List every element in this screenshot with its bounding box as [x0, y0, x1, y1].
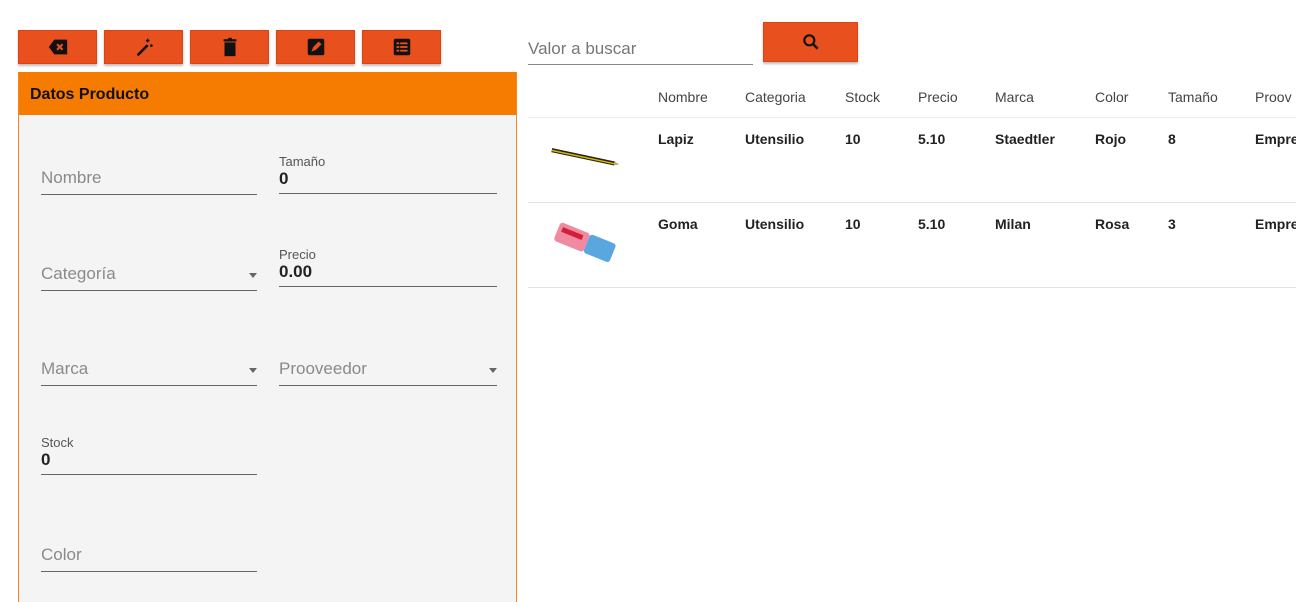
color-placeholder: Color [41, 545, 82, 564]
eraser-image [545, 208, 622, 275]
stock-label: Stock [41, 435, 74, 450]
stock-value: 0 [41, 450, 51, 469]
toolbar [18, 30, 448, 64]
column-header[interactable]: Stock [845, 78, 918, 117]
chevron-down-icon [249, 368, 257, 373]
new-button[interactable] [104, 30, 183, 64]
cell-categoria: Utensilio [745, 130, 805, 147]
column-header [528, 78, 658, 117]
search-input[interactable]: Valor a buscar [528, 32, 753, 65]
cell-nombre: Lapiz [658, 130, 694, 147]
search-button[interactable] [763, 22, 858, 62]
column-header[interactable]: Nombre [658, 78, 745, 117]
cell-precio: 5.10 [918, 130, 946, 147]
cell-tamano: 8 [1168, 130, 1176, 147]
tamano-label: Tamaño [279, 154, 326, 169]
tamano-field[interactable]: Tamaño 0 [279, 154, 497, 194]
column-header[interactable]: Color [1095, 78, 1168, 117]
marca-placeholder: Marca [41, 359, 89, 378]
pencil-image [545, 123, 622, 190]
trash-icon [223, 37, 236, 57]
cell-proveedor: Empre [1255, 215, 1296, 232]
cell-stock: 10 [845, 215, 861, 232]
cell-tamano: 3 [1168, 215, 1176, 232]
product-form-panel: Datos Producto Nombre Tamaño 0 Categoría… [18, 72, 517, 602]
chevron-down-icon [249, 273, 257, 278]
chevron-down-icon [489, 368, 497, 373]
delete-button[interactable] [190, 30, 269, 64]
cell-categoria: Utensilio [745, 215, 805, 232]
list-button[interactable] [362, 30, 441, 64]
precio-value: 0.00 [279, 262, 313, 281]
products-table: Nombre Categoria Stock Precio Marca Colo… [528, 78, 1296, 602]
column-header[interactable]: Proov [1255, 78, 1296, 117]
cell-precio: 5.10 [918, 215, 946, 232]
list-icon [393, 38, 410, 56]
column-header[interactable]: Precio [918, 78, 995, 117]
prooveedor-placeholder: Prooveedor [279, 359, 367, 378]
precio-label: Precio [279, 247, 316, 262]
cell-nombre: Goma [658, 215, 698, 232]
column-header[interactable]: Categoria [745, 78, 845, 117]
backspace-clear-icon [48, 39, 67, 55]
product-image-cell [528, 202, 658, 287]
nombre-field[interactable]: Nombre [41, 168, 257, 195]
table-header-row: Nombre Categoria Stock Precio Marca Colo… [528, 78, 1296, 117]
table-row[interactable]: Goma Utensilio 10 5.10 Milan Rosa 3 Empr… [528, 202, 1296, 287]
prooveedor-select[interactable]: Prooveedor [279, 359, 497, 386]
categoria-select[interactable]: Categoría [41, 264, 257, 291]
cell-stock: 10 [845, 130, 861, 147]
marca-select[interactable]: Marca [41, 359, 257, 386]
table-row[interactable]: Lapiz Utensilio 10 5.10 Staedtler Rojo 8… [528, 117, 1296, 202]
tamano-value: 0 [279, 169, 289, 188]
panel-title: Datos Producto [19, 72, 516, 115]
precio-field[interactable]: Precio 0.00 [279, 247, 497, 287]
stock-field[interactable]: Stock 0 [41, 435, 257, 475]
cell-marca: Staedtler [995, 130, 1055, 147]
cell-color: Rosa [1095, 215, 1130, 232]
cell-marca: Milan [995, 215, 1031, 232]
magic-wand-icon [136, 38, 153, 57]
product-image-cell [528, 117, 658, 202]
cell-proveedor: Empre [1255, 130, 1296, 147]
color-field[interactable]: Color [41, 545, 257, 572]
column-header[interactable]: Tamaño [1168, 78, 1255, 117]
clear-button[interactable] [18, 30, 97, 64]
edit-icon [307, 38, 324, 56]
edit-button[interactable] [276, 30, 355, 64]
nombre-placeholder: Nombre [41, 168, 102, 187]
cell-color: Rojo [1095, 130, 1127, 147]
search-icon [802, 34, 819, 50]
column-header[interactable]: Marca [995, 78, 1095, 117]
search-placeholder: Valor a buscar [528, 39, 637, 58]
categoria-placeholder: Categoría [41, 264, 116, 283]
